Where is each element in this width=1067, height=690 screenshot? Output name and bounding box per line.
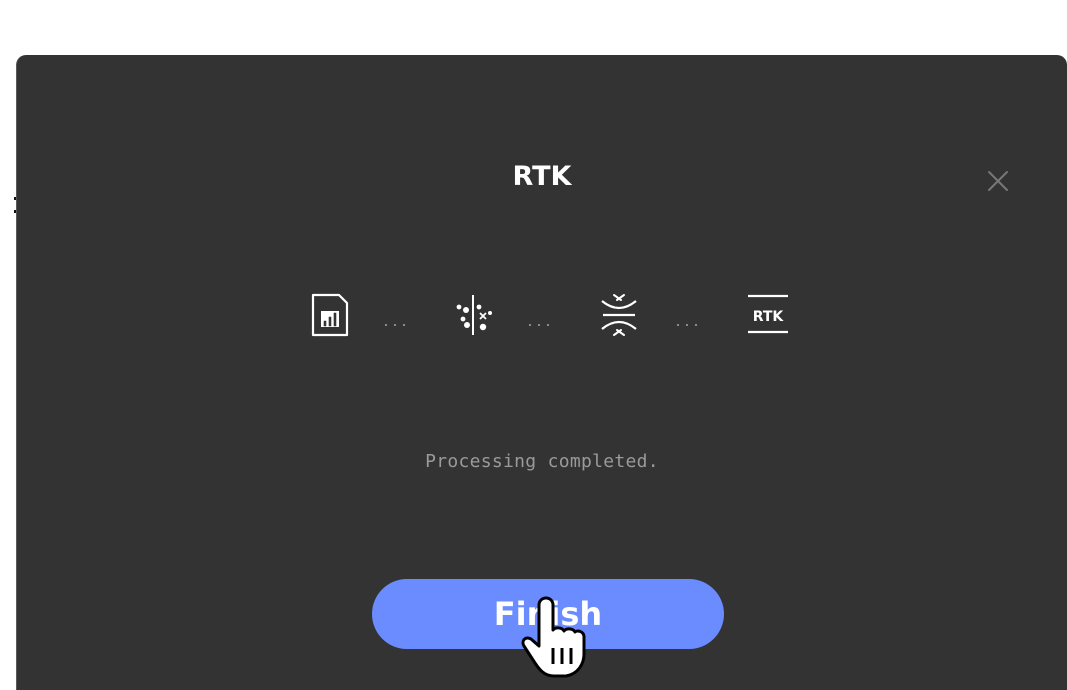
converge-icon [597,291,641,339]
rtk-icon: RTK [744,291,792,339]
step-separator-dots [385,313,421,326]
processing-steps: RTK [17,291,1067,339]
point-split-icon [451,291,495,339]
rtk-dialog: RTK RTK Processing completed. Finish [16,55,1067,690]
screen: RTK RTK Processing completed. Finish [0,0,1067,690]
step-separator-dots [529,313,565,326]
rtk-icon-label: RTK [753,309,785,325]
status-message: Processing completed. [425,451,659,472]
finish-button[interactable]: Finish [372,579,724,649]
close-icon[interactable] [982,165,1014,197]
step-separator-dots [677,313,713,326]
dialog-title: RTK [512,161,572,192]
file-chart-icon [308,291,352,339]
